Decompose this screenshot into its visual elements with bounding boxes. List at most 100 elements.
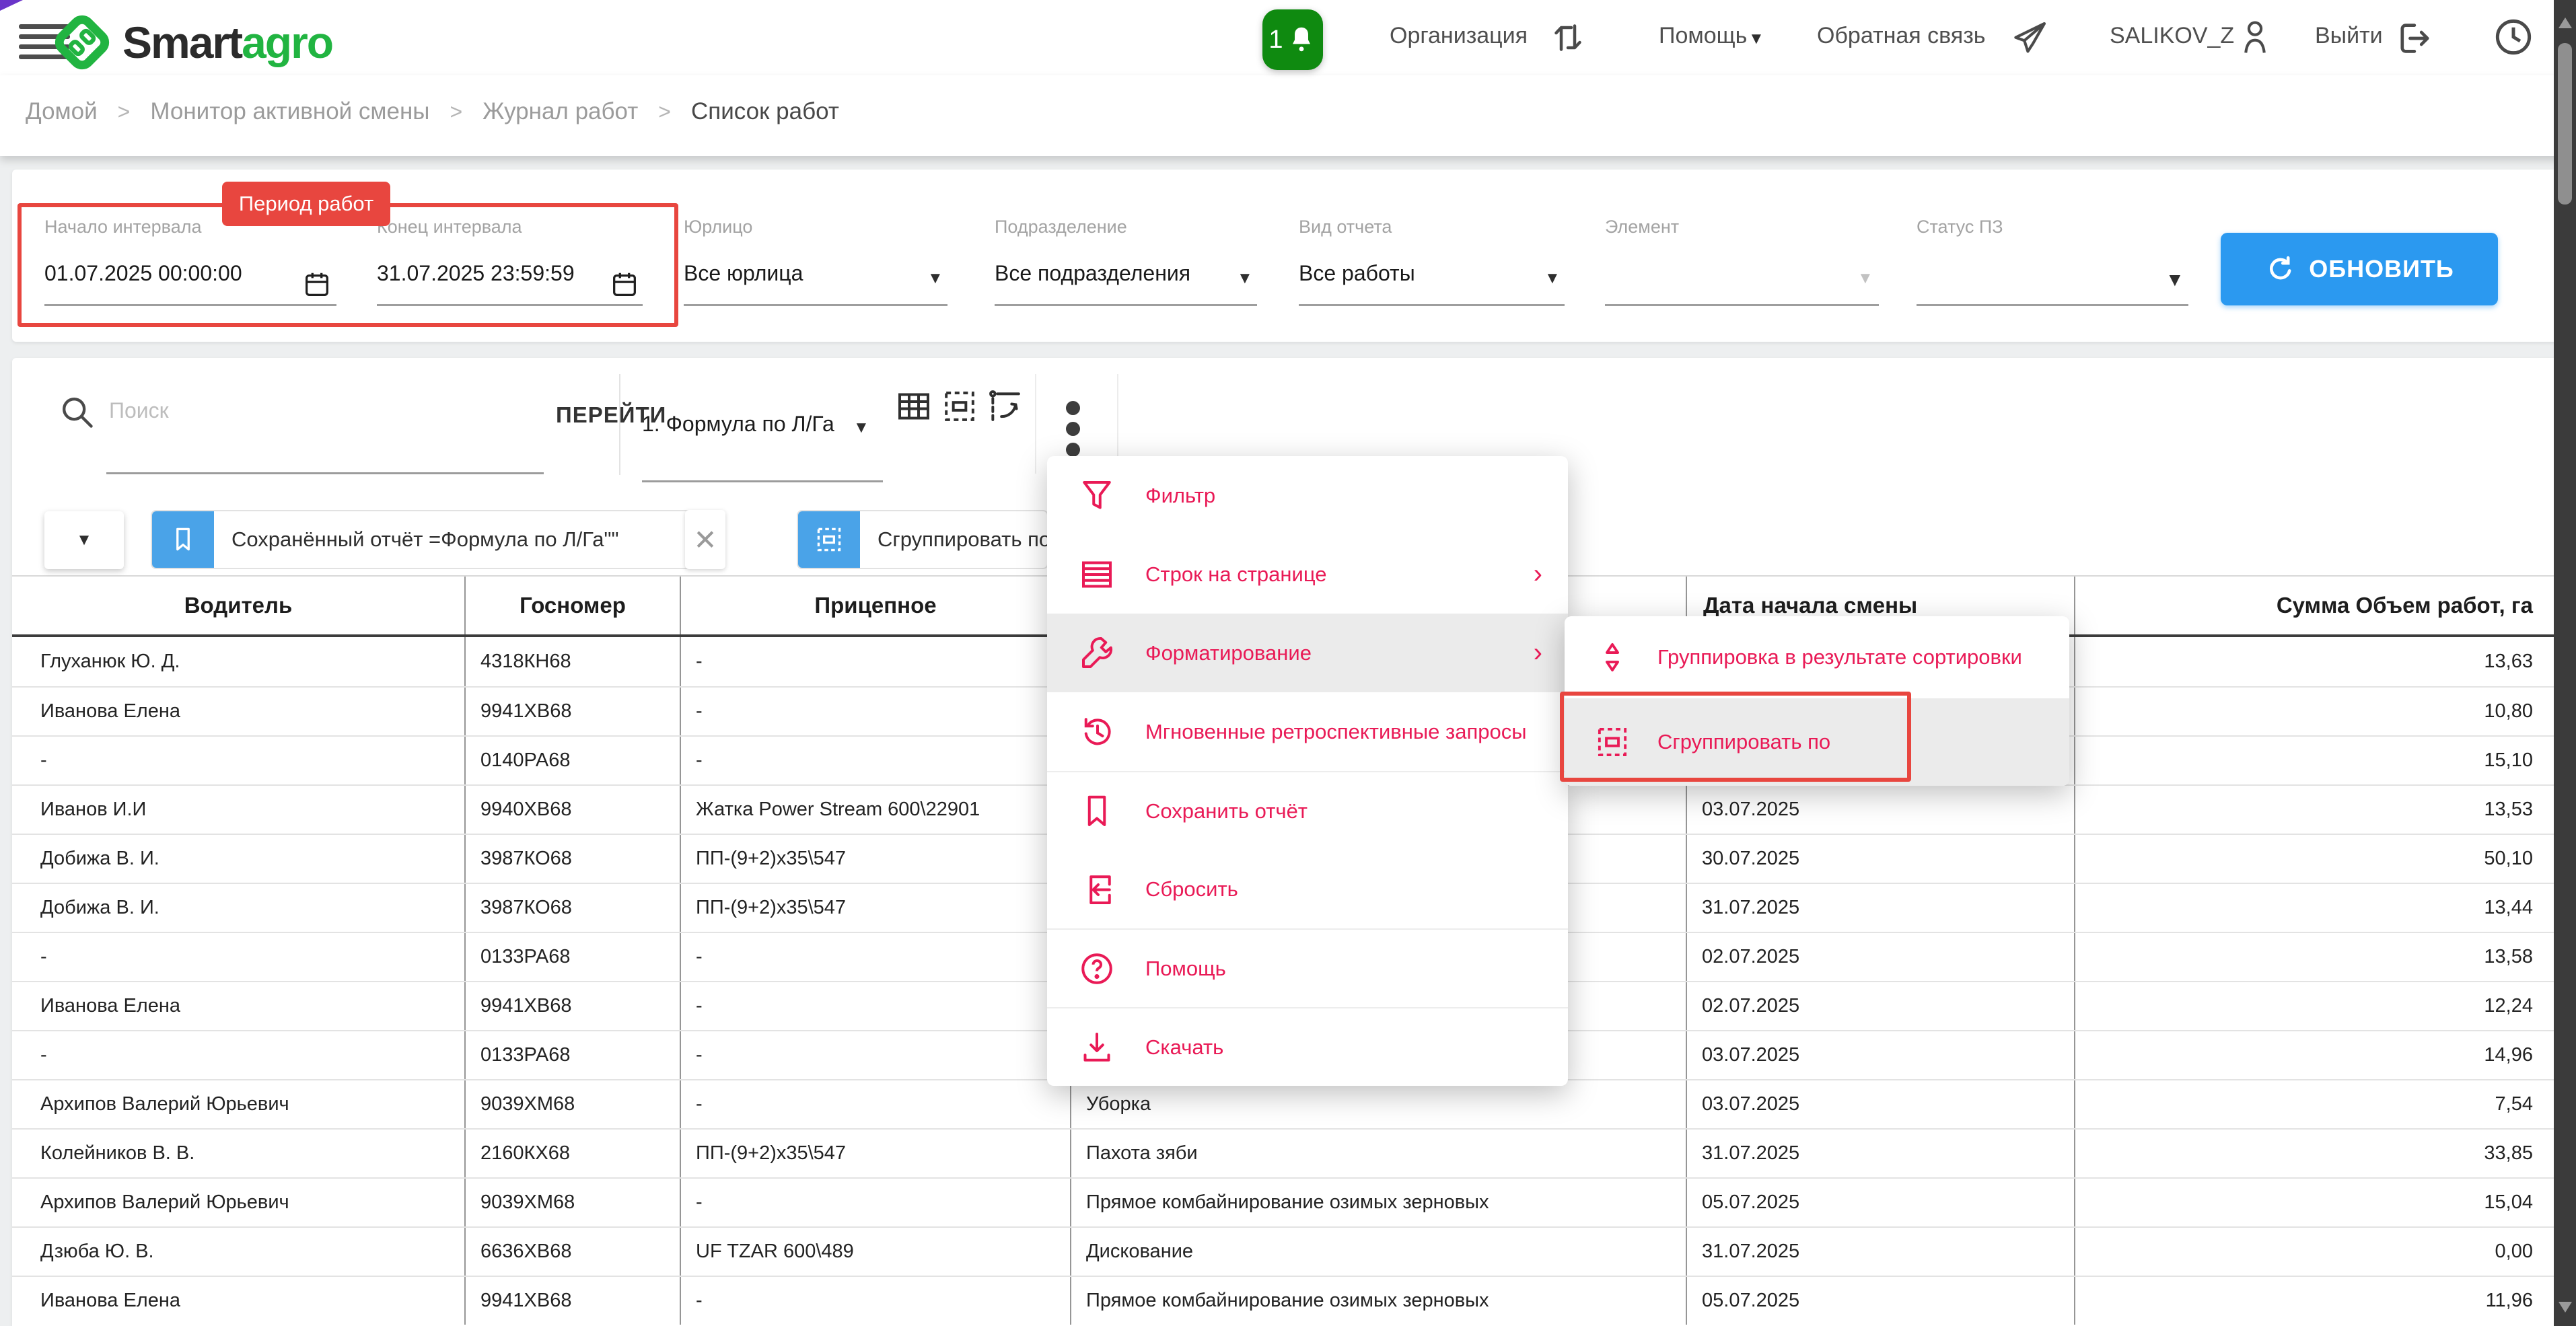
- report-type-select[interactable]: Все работы: [1299, 261, 1415, 286]
- cell-work: Прямое комбайнирование озимых зерновых: [1070, 1179, 1686, 1226]
- breadcrumb-journal[interactable]: Журнал работ: [482, 98, 638, 125]
- table-row[interactable]: Архипов Валерий Юрьевич 9039ХМ68 - Уборк…: [12, 1079, 2564, 1128]
- notification-bell[interactable]: 1: [1262, 9, 1323, 70]
- menu-item-filter[interactable]: Фильтр: [1047, 456, 1568, 535]
- table-row[interactable]: Дзюба Ю. В. 6636ХВ68 UF TZAR 600\489 Дис…: [12, 1226, 2564, 1276]
- menu-item-download[interactable]: Скачать: [1047, 1007, 1568, 1086]
- cell-driver: Иванова Елена: [12, 688, 464, 735]
- table-row[interactable]: Архипов Валерий Юрьевич 9039ХМ68 - Прямо…: [12, 1177, 2564, 1226]
- cell-plate: 2160КХ68: [464, 1130, 680, 1177]
- close-icon: ✕: [693, 523, 717, 556]
- sort-group-icon: [1594, 639, 1631, 675]
- cell-plate: 9941ХВ68: [464, 688, 680, 735]
- search-input[interactable]: [109, 398, 540, 423]
- bell-icon: [1286, 24, 1317, 55]
- group-by-chip[interactable]: Сгруппировать по: [797, 510, 1048, 569]
- kebab-menu-button[interactable]: [1063, 401, 1082, 464]
- refresh-icon: [2264, 253, 2297, 285]
- group-by-chip-label: Сгруппировать по: [860, 527, 1048, 552]
- breadcrumb: Домой > Монитор активной смены > Журнал …: [26, 98, 839, 125]
- period-annotation-label: Период работ: [222, 182, 390, 226]
- breadcrumb-monitor[interactable]: Монитор активной смены: [150, 98, 429, 125]
- legal-entity-select[interactable]: Все юрлица: [684, 261, 803, 286]
- dropdown-caret-icon[interactable]: ▼: [853, 418, 869, 437]
- help-caret-icon[interactable]: ▼: [1748, 30, 1764, 48]
- cell-sum: 13,63: [2074, 637, 2564, 686]
- logout-icon[interactable]: [2391, 17, 2433, 59]
- report-type-underline: [1299, 304, 1565, 306]
- cell-trailer: UF TZAR 600\489: [680, 1228, 1070, 1276]
- dropdown-caret-icon[interactable]: ▼: [1237, 269, 1253, 288]
- breadcrumb-home[interactable]: Домой: [26, 98, 98, 125]
- rows-icon: [1077, 554, 1117, 595]
- chevron-right-icon: ›: [1534, 638, 1542, 668]
- paper-plane-icon[interactable]: [2009, 17, 2050, 59]
- interval-start-label: Начало интервала: [44, 217, 202, 237]
- interval-start-value[interactable]: 01.07.2025 00:00:00: [44, 261, 242, 286]
- cell-plate: 4318КН68: [464, 637, 680, 686]
- column-header-driver[interactable]: Водитель: [12, 577, 464, 634]
- download-icon: [1077, 1027, 1117, 1068]
- dropdown-caret-icon[interactable]: ▼: [1544, 269, 1561, 288]
- chevron-right-icon: ›: [1534, 559, 1542, 589]
- table-row[interactable]: Колейников В. В. 2160КХ68 ПП-(9+2)х35\54…: [12, 1128, 2564, 1177]
- column-header-trailer[interactable]: Прицепное: [680, 577, 1070, 634]
- vertical-scrollbar[interactable]: [2554, 0, 2576, 1326]
- cell-work: Уборка: [1070, 1080, 1686, 1128]
- nav-organization[interactable]: Организация: [1390, 23, 1528, 49]
- refresh-button[interactable]: ОБНОВИТЬ: [2221, 233, 2498, 305]
- dropdown-caret-icon[interactable]: ▼: [2166, 269, 2184, 291]
- cell-driver: Иванов И.И: [12, 786, 464, 834]
- submenu-item-group-sort[interactable]: Группировка в результате сортировки: [1565, 616, 2069, 698]
- clock-icon[interactable]: [2491, 15, 2536, 59]
- calendar-icon[interactable]: [609, 269, 640, 300]
- nav-feedback[interactable]: Обратная связь: [1817, 23, 1986, 49]
- submenu-item-group-by[interactable]: Сгруппировать по: [1565, 698, 2069, 786]
- nav-help[interactable]: Помощь: [1659, 23, 1747, 49]
- menu-item-formatting[interactable]: Форматирование ›: [1047, 614, 1568, 692]
- cell-date: 02.07.2025: [1686, 933, 2074, 981]
- nav-logout[interactable]: Выйти: [2315, 23, 2383, 49]
- column-header-plate[interactable]: Госномер: [464, 577, 680, 634]
- app-logo[interactable]: Smartagro: [51, 12, 332, 73]
- division-select[interactable]: Все подразделения: [995, 261, 1190, 286]
- menu-item-help[interactable]: Помощь: [1047, 928, 1568, 1007]
- logo-text-smart: Smart: [122, 17, 242, 67]
- menu-item-save-report[interactable]: Сохранить отчёт: [1047, 771, 1568, 850]
- cell-date: 02.07.2025: [1686, 982, 2074, 1030]
- scrollbar-thumb[interactable]: [2558, 43, 2572, 205]
- pivot-icon[interactable]: [987, 388, 1024, 425]
- interval-end-value[interactable]: 31.07.2025 23:59:59: [377, 261, 575, 286]
- cell-trailer: -: [680, 637, 1070, 686]
- table-view-icon[interactable]: [895, 388, 933, 425]
- chip-dropdown-button[interactable]: ▼: [44, 511, 124, 569]
- scroll-down-icon[interactable]: [2559, 1302, 2572, 1313]
- menu-item-flashback-queries[interactable]: Мгновенные ретроспективные запросы: [1047, 692, 1568, 771]
- report-select-underline: [642, 480, 883, 482]
- legal-entity-label: Юрлицо: [684, 217, 752, 237]
- cell-driver: Иванова Елена: [12, 982, 464, 1030]
- table-row[interactable]: Иванова Елена 9941ХВ68 - Прямое комбайни…: [12, 1276, 2564, 1325]
- saved-report-chip[interactable]: Сохранённый отчёт =Формула по Л/Га"": [151, 510, 720, 569]
- user-icon[interactable]: [2233, 15, 2277, 59]
- cell-plate: 0133РА68: [464, 1031, 680, 1079]
- dropdown-caret-icon[interactable]: ▼: [1857, 269, 1873, 288]
- cell-date: 31.07.2025: [1686, 1130, 2074, 1177]
- scroll-up-icon[interactable]: [2559, 17, 2572, 28]
- swap-arrows-icon[interactable]: [1548, 17, 1588, 58]
- remove-chip-button[interactable]: ✕: [685, 510, 725, 569]
- cell-work: Пахота зяби: [1070, 1130, 1686, 1177]
- nav-username[interactable]: SALIKOV_Z: [2110, 23, 2234, 49]
- cell-trailer: -: [680, 982, 1070, 1030]
- menu-item-reset[interactable]: Сбросить: [1047, 850, 1568, 928]
- column-header-sum[interactable]: Сумма Объем работ, га: [2074, 577, 2564, 634]
- order-status-underline: [1917, 304, 2188, 306]
- group-by-icon[interactable]: [941, 388, 978, 425]
- menu-item-rows-per-page[interactable]: Строк на странице ›: [1047, 535, 1568, 614]
- dropdown-caret-icon[interactable]: ▼: [927, 269, 943, 288]
- cell-sum: 15,10: [2074, 737, 2564, 784]
- cell-driver: Глуханюк Ю. Д.: [12, 637, 464, 686]
- calendar-icon[interactable]: [301, 269, 332, 300]
- report-select[interactable]: 1. Формула по Л/Га: [642, 412, 834, 437]
- context-menu: Фильтр Строк на странице › Форматировани…: [1047, 456, 1568, 1086]
